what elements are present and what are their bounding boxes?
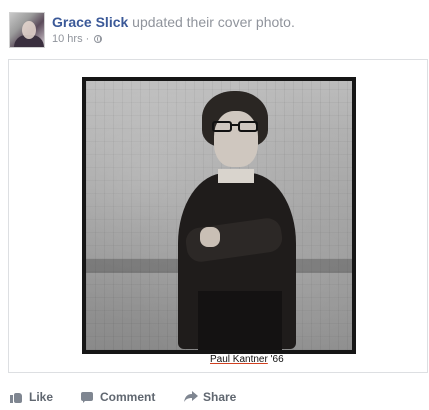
like-label: Like	[29, 390, 54, 404]
cover-photo[interactable]	[82, 77, 356, 354]
photo-caption: Paul Kantner '66	[210, 354, 284, 365]
author-avatar[interactable]	[9, 12, 45, 48]
post-meta: 10 hrs ·	[52, 33, 103, 45]
photo-glasses	[210, 121, 262, 133]
meta-separator: ·	[85, 33, 90, 45]
comment-bubble-icon	[81, 391, 94, 403]
globe-icon[interactable]	[94, 35, 103, 43]
share-arrow-icon	[184, 391, 198, 403]
caption-year: '66	[270, 354, 284, 365]
post-header: Grace Slick updated their cover photo.	[52, 14, 295, 30]
share-label: Share	[203, 390, 237, 404]
photo-face	[214, 111, 258, 167]
post-timestamp[interactable]: 10 hrs	[52, 33, 83, 45]
post-action-text: updated their cover photo.	[132, 14, 295, 30]
avatar-face	[22, 21, 36, 39]
caption-name: Paul Kantner	[210, 354, 268, 365]
comment-button[interactable]: Comment	[81, 390, 155, 404]
photo-pants	[198, 291, 282, 350]
author-name-link[interactable]: Grace Slick	[52, 14, 128, 30]
like-button[interactable]: Like	[10, 390, 53, 404]
photo-collar	[218, 169, 254, 183]
share-button[interactable]: Share	[184, 390, 236, 404]
photo-image	[86, 81, 352, 350]
post-action-bar: Like Comment Share	[8, 387, 236, 407]
comment-label: Comment	[100, 390, 156, 404]
feed-post: Grace Slick updated their cover photo. 1…	[0, 0, 429, 410]
cover-photo-container[interactable]: Paul Kantner '66	[8, 59, 428, 373]
thumbs-up-icon	[10, 391, 23, 403]
photo-hand	[200, 227, 220, 247]
